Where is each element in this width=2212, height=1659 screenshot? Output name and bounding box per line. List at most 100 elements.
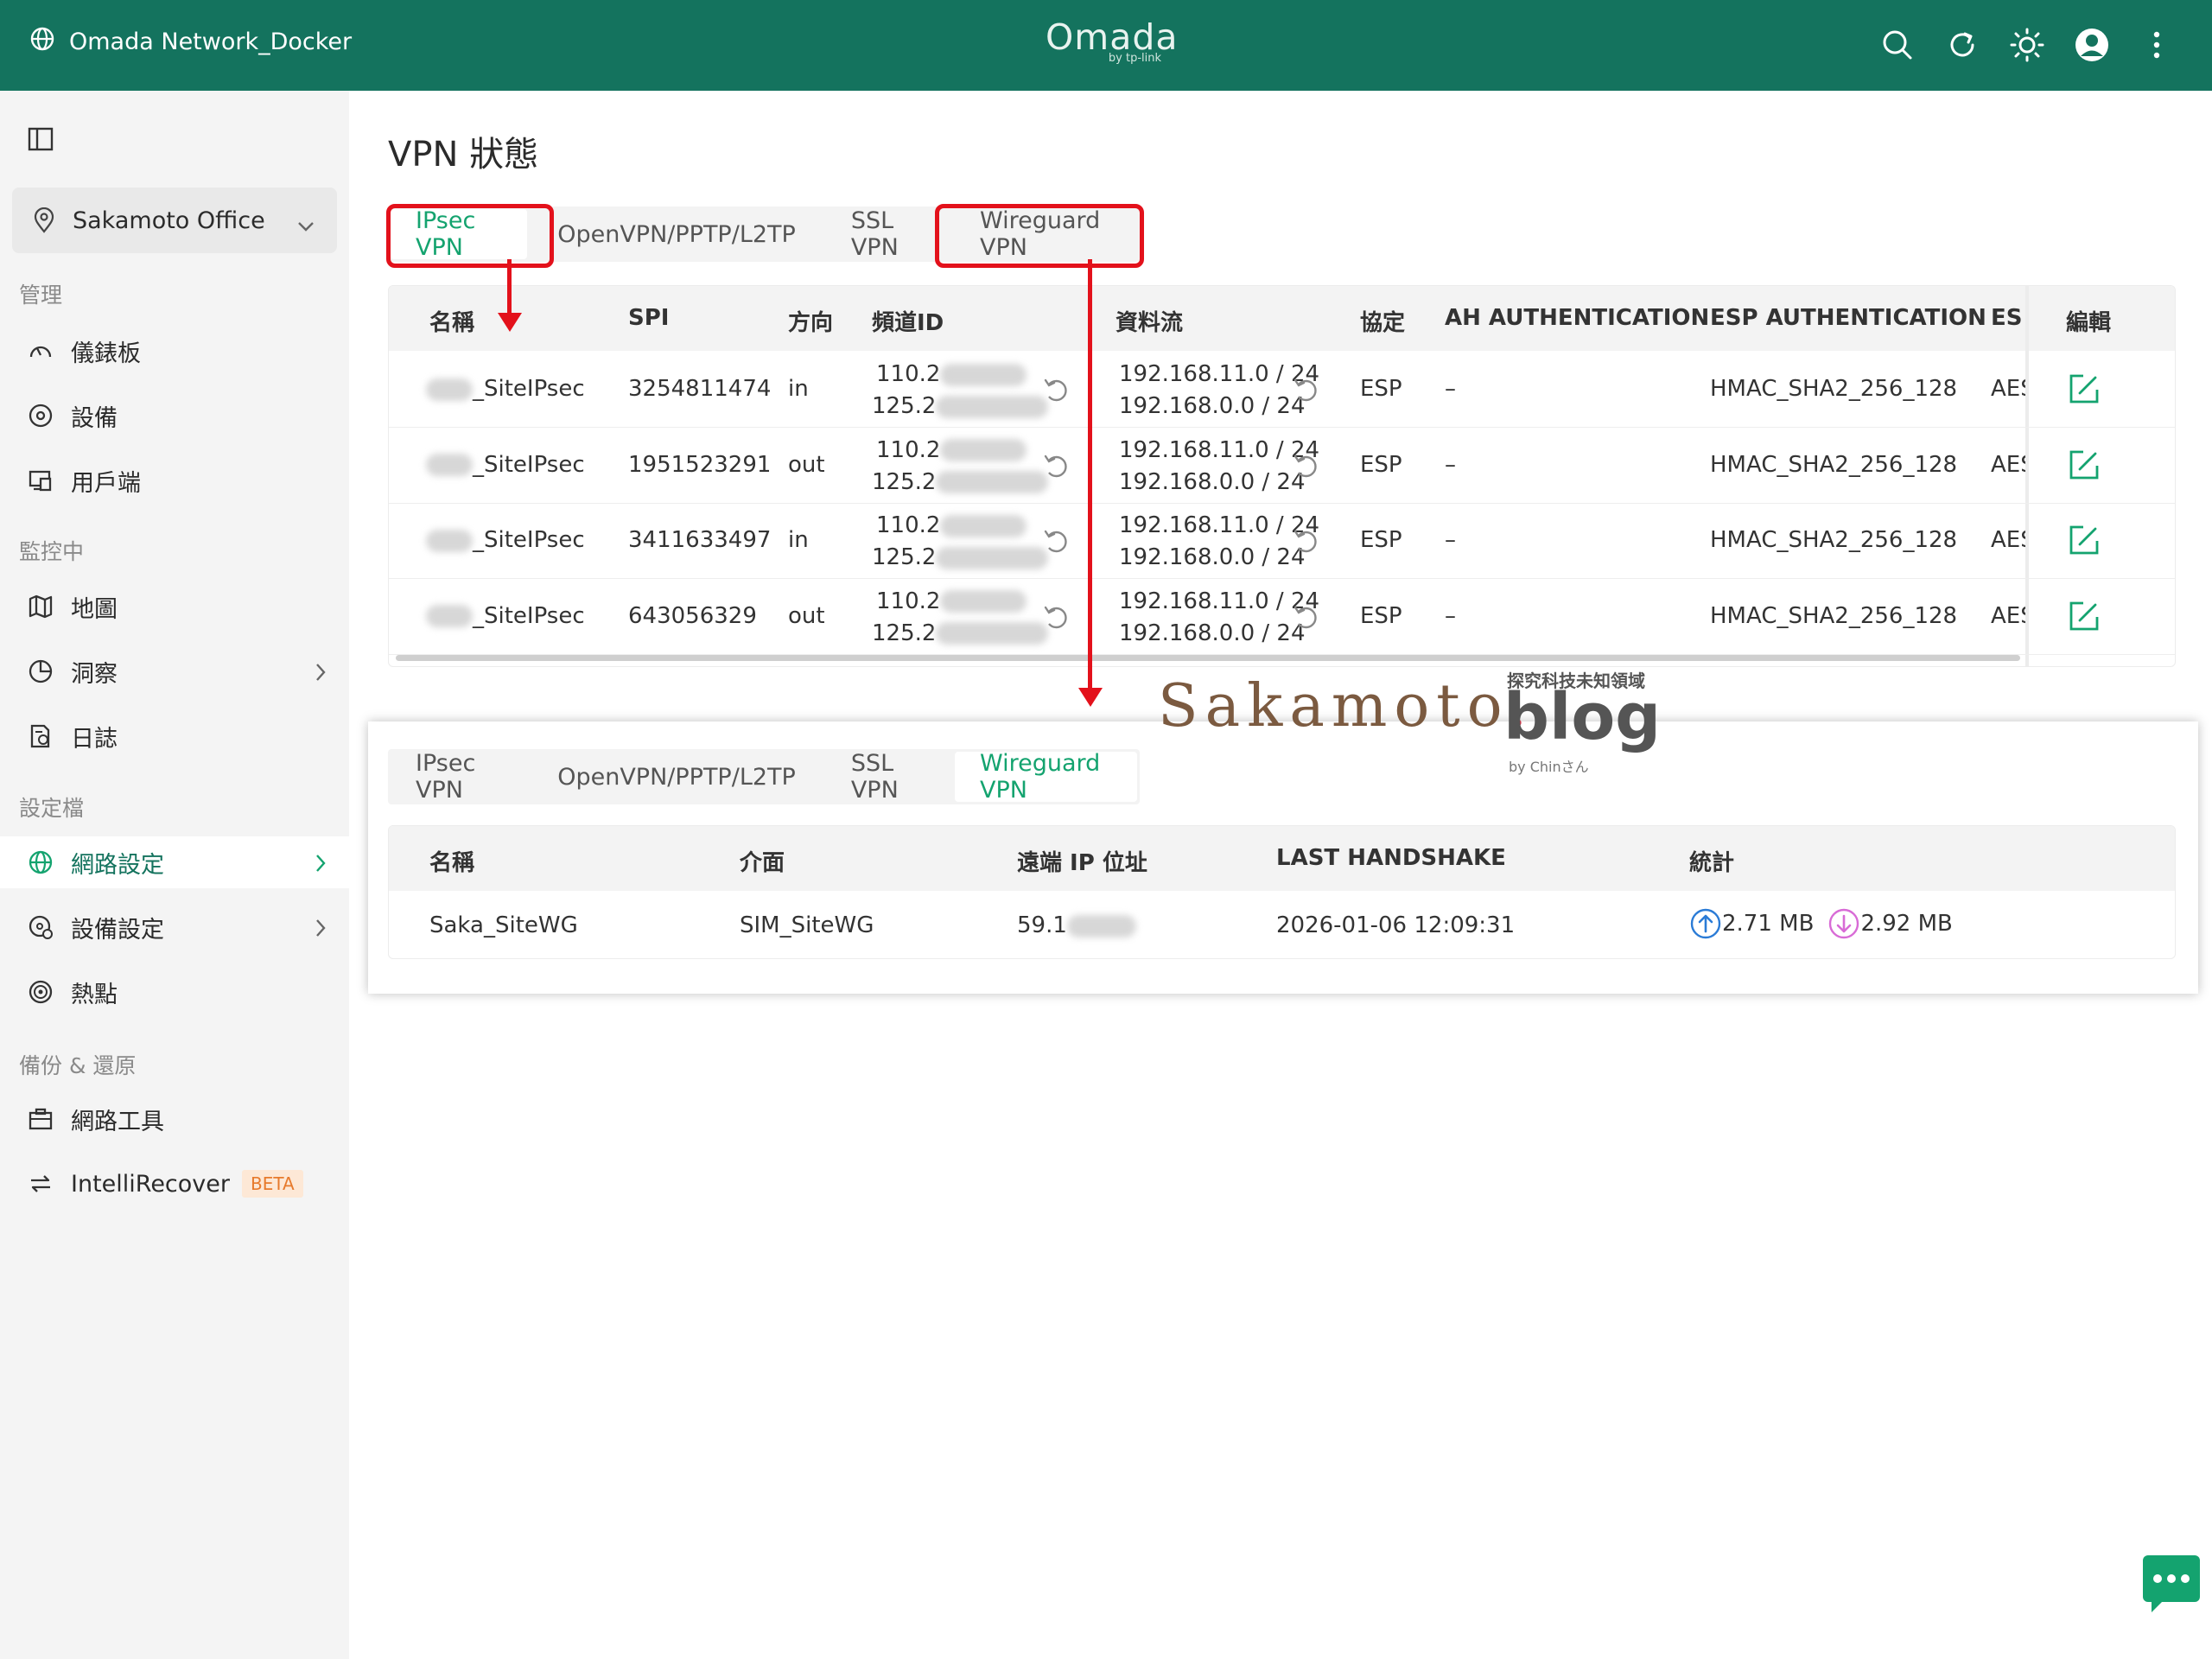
- watermark-blog: blog: [1503, 680, 1662, 754]
- ah-auth-value: –: [1445, 602, 1456, 629]
- esp-auth-value: HMAC_SHA2_256_128: [1710, 451, 1958, 478]
- tab-openvpn[interactable]: OpenVPN/PPTP/L2TP: [532, 209, 821, 259]
- recover-icon: [26, 1169, 55, 1198]
- esp-auth-value: HMAC_SHA2_256_128: [1710, 527, 1958, 553]
- direction-value: out: [788, 451, 825, 478]
- avatar[interactable]: [2075, 28, 2109, 62]
- table-row[interactable]: Saka_SiteWG SIM_SiteWG 59.1 2026-01-06 1…: [389, 892, 2175, 957]
- wireguard-status-table: 名稱 介面 遠端 IP 位址 LAST HANDSHAKE 統計 Saka_Si…: [388, 825, 2176, 959]
- esp-value: AES: [1991, 602, 2025, 629]
- table-row[interactable]: _SiteIPsec 1951523291 out 110.2 125.2 192.168…: [389, 428, 2175, 504]
- sidebar-item-network-config[interactable]: 網路設定: [0, 836, 349, 888]
- refresh-arrow-icon: [1291, 526, 1320, 562]
- chevron-right-icon: [315, 917, 327, 944]
- highlight-wireguard-tab: [935, 204, 1144, 268]
- section-label-profile: 設定檔: [19, 796, 85, 821]
- refresh-arrow-icon: [1041, 375, 1071, 410]
- tab-ssl-vpn[interactable]: SSL VPN: [826, 207, 950, 261]
- tunnel-name: _SiteIPsec: [426, 376, 585, 402]
- site-selector[interactable]: Sakamoto Office: [12, 188, 337, 253]
- ah-auth-value: –: [1445, 451, 1456, 478]
- sidebar-item-label: 日誌: [71, 725, 118, 753]
- sidebar-item-dashboard[interactable]: 儀錶板: [0, 325, 349, 377]
- page-title: VPN 狀態: [388, 135, 539, 175]
- sidebar-item-clients[interactable]: 用戶端: [0, 454, 349, 506]
- esp-auth-value: HMAC_SHA2_256_128: [1710, 376, 1958, 402]
- ah-auth-value: –: [1445, 527, 1456, 553]
- chevron-right-icon: [315, 852, 327, 879]
- sidebar-item-insight[interactable]: 洞察: [0, 645, 349, 697]
- sidebar-item-hotspot[interactable]: 熱點: [0, 966, 349, 1018]
- channel-id-value: 110.2 125.2: [872, 435, 1049, 499]
- controller-name[interactable]: Omada Network_Docker: [29, 26, 352, 58]
- tunnel-name: _SiteIPsec: [426, 452, 585, 478]
- table-header: 名稱 SPI 方向 頻道ID 資料流 協定 AH AUTHENTICATION …: [389, 286, 2175, 351]
- section-label-manage: 管理: [19, 283, 63, 308]
- sidebar-item-devices[interactable]: 設備: [0, 390, 349, 442]
- tab-wireguard-vpn[interactable]: Wireguard VPN: [954, 750, 1137, 804]
- sidebar-item-label: 設備設定: [71, 916, 164, 944]
- table-header: 名稱 介面 遠端 IP 位址 LAST HANDSHAKE 統計: [389, 826, 2175, 891]
- chevron-down-icon: [297, 212, 315, 238]
- sidebar-item-intellirecover[interactable]: IntelliRecover BETA: [0, 1158, 349, 1210]
- sidebar-item-label: 網路工具: [71, 1108, 164, 1135]
- arrow-line-ipsec: [507, 259, 512, 320]
- highlight-ipsec-tab: [386, 204, 554, 268]
- tab-ssl-vpn[interactable]: SSL VPN: [826, 750, 950, 804]
- theme-sun-icon[interactable]: [2010, 28, 2044, 62]
- wg-interface: SIM_SiteWG: [740, 912, 874, 938]
- arrow-line-wireguard: [1088, 259, 1092, 691]
- insight-icon: [26, 657, 55, 686]
- more-menu-icon[interactable]: [2139, 28, 2174, 62]
- protocol-value: ESP: [1360, 376, 1402, 402]
- spi-value: 1951523291: [628, 451, 772, 478]
- search-icon[interactable]: [1880, 28, 1915, 62]
- ipsec-status-table: 名稱 SPI 方向 頻道ID 資料流 協定 AH AUTHENTICATION …: [388, 285, 2176, 667]
- location-pin-icon: [31, 207, 57, 233]
- protocol-value: ESP: [1360, 527, 1402, 553]
- data-flow-value: 192.168.11.0 / 24 192.168.0.0 / 24: [1119, 588, 1320, 646]
- table-row[interactable]: _SiteIPsec 3254811474 in 110.2 125.2 192.168.…: [389, 352, 2175, 428]
- sidebar-item-map[interactable]: 地圖: [0, 581, 349, 632]
- beta-badge: BETA: [242, 1170, 303, 1198]
- tunnel-name: _SiteIPsec: [426, 603, 585, 629]
- edit-icon[interactable]: [2068, 448, 2101, 487]
- wireguard-panel: IPsec VPN OpenVPN/PPTP/L2TP SSL VPN Wire…: [368, 721, 2198, 994]
- column-header-edit: 編輯: [2066, 310, 2112, 336]
- log-icon: [26, 721, 55, 751]
- arrow-head-wireguard: [1078, 688, 1103, 712]
- column-header-esp-auth: ESP AUTHENTICATION: [1710, 305, 1986, 331]
- table-row[interactable]: _SiteIPsec 3411633497 in 110.2 125.2 192.168.…: [389, 503, 2175, 579]
- table-row[interactable]: _SiteIPsec 643056329 out 110.2 125.2 192.168.…: [389, 579, 2175, 655]
- devices-icon: [26, 401, 55, 430]
- refresh-arrow-icon: [1041, 451, 1071, 486]
- sidebar-item-network-tools[interactable]: 網路工具: [0, 1093, 349, 1145]
- controller-title: Omada Network_Docker: [69, 29, 353, 55]
- channel-id-value: 110.2 125.2: [872, 510, 1049, 574]
- sidebar-item-label: 網路設定: [71, 851, 164, 879]
- sidebar-toggle-icon[interactable]: [28, 126, 54, 156]
- refresh-arrow-icon: [1291, 451, 1320, 486]
- wg-remote-ip: 59.1: [1017, 912, 1136, 938]
- sidebar-item-log[interactable]: 日誌: [0, 710, 349, 762]
- sidebar-item-device-config[interactable]: 設備設定: [0, 901, 349, 953]
- data-flow-value: 192.168.11.0 / 24 192.168.0.0 / 24: [1119, 512, 1320, 570]
- tab-openvpn[interactable]: OpenVPN/PPTP/L2TP: [532, 752, 821, 802]
- spi-value: 643056329: [628, 602, 757, 629]
- column-header-data-flow: 資料流: [1116, 310, 1184, 336]
- sidebar-item-label: IntelliRecover: [71, 1170, 230, 1198]
- data-flow-value: 192.168.11.0 / 24 192.168.0.0 / 24: [1119, 436, 1320, 495]
- sidebar-item-label: 地圖: [71, 595, 118, 623]
- tab-ipsec-vpn[interactable]: IPsec VPN: [391, 750, 527, 804]
- section-label-monitor: 監控中: [19, 539, 85, 564]
- wg-peer-name: Saka_SiteWG: [429, 912, 578, 938]
- horizontal-scrollbar[interactable]: [396, 655, 2020, 661]
- refresh-icon[interactable]: [1945, 28, 1980, 62]
- chat-support-button[interactable]: [2143, 1555, 2200, 1612]
- sidebar-item-label: 洞察: [71, 660, 118, 688]
- edit-icon[interactable]: [2068, 372, 2101, 411]
- spi-value: 3411633497: [628, 527, 772, 553]
- edit-icon[interactable]: [2068, 600, 2101, 639]
- column-header-direction: 方向: [788, 310, 834, 336]
- edit-icon[interactable]: [2068, 524, 2101, 563]
